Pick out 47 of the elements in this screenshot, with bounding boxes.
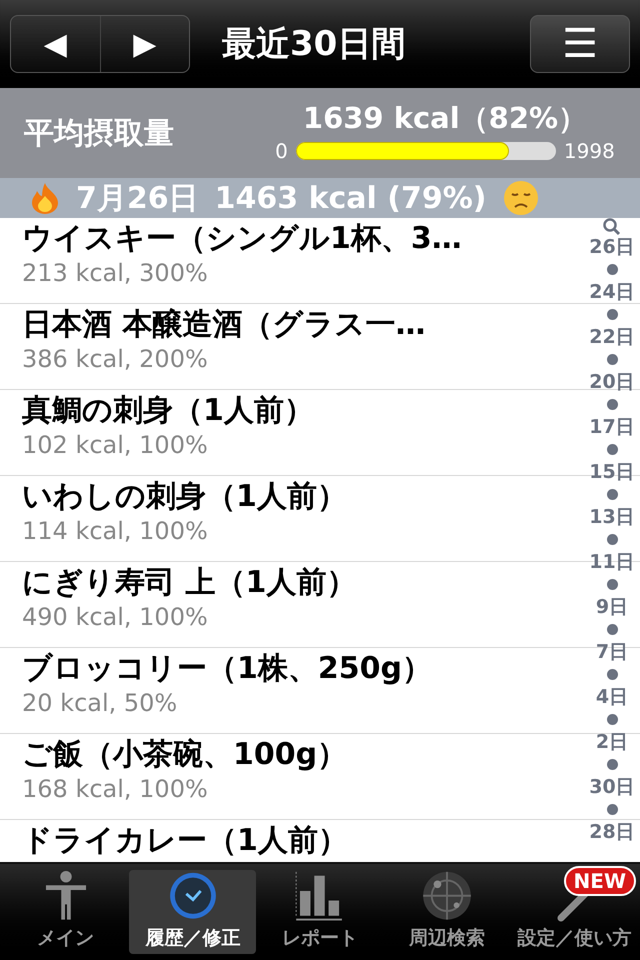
index-label[interactable]: 15日 [589, 461, 635, 483]
food-name: にぎり寿司 上（1人前） [22, 564, 358, 602]
tab[interactable]: 周辺検索 [384, 870, 511, 954]
food-detail: 490 kcal, 100% [22, 602, 209, 632]
summary-value: 1639 kcal（82%） [302, 100, 588, 136]
index-label[interactable]: 9日 [596, 596, 628, 618]
search-icon[interactable] [602, 218, 622, 236]
food-detail: 114 kcal, 100% [22, 516, 209, 546]
index-label[interactable]: 11日 [589, 551, 635, 573]
food-detail: 213 kcal, 300% [22, 258, 209, 288]
previous-button[interactable]: ◀ [11, 16, 100, 72]
index-label[interactable]: 17日 [589, 416, 635, 438]
index-label[interactable]: 13日 [589, 506, 635, 528]
window-title: 最近30日間 [221, 22, 406, 66]
food-detail: 168 kcal, 100% [22, 774, 209, 804]
section-date: 7月26日 [76, 180, 199, 218]
tab[interactable]: レポート [256, 870, 384, 954]
menu-button[interactable]: ☰ [530, 15, 630, 73]
food-name: 真鯛の刺身（1人前） [22, 392, 315, 430]
index-label[interactable]: 20日 [589, 371, 635, 393]
range-max: 1998 [564, 138, 615, 166]
section-value: 1463 kcal (79%) [214, 180, 486, 218]
food-name: 日本酒 本醸造酒（グラス一… [22, 306, 426, 344]
new-badge: NEW [564, 866, 636, 896]
food-detail: 20 kcal, 50% [22, 688, 178, 718]
index-label[interactable]: 7日 [596, 641, 628, 663]
next-button[interactable]: ▶ [100, 16, 189, 72]
summary-label: 平均摂取量 [24, 114, 175, 152]
food-detail: 386 kcal, 200% [22, 344, 209, 374]
sad-face-icon [502, 180, 538, 216]
food-name: ウイスキー（シングル1杯、3… [22, 220, 463, 258]
tab[interactable]: メイン [2, 870, 130, 954]
tab[interactable]: 履歴／修正 [129, 870, 256, 954]
food-name: ご飯（小茶碗、100g） [22, 736, 348, 774]
index-label[interactable]: 28日 [589, 821, 635, 843]
index-label[interactable]: 24日 [589, 281, 635, 303]
food-detail: 102 kcal, 100% [22, 430, 209, 460]
food-name: ブロッコリー（1株、250g） [22, 650, 433, 688]
range-min: 0 [275, 138, 288, 166]
food-name: ドライカレー（1人前） [22, 822, 349, 860]
food-name: いわしの刺身（1人前） [22, 478, 348, 516]
fire-icon [30, 182, 60, 214]
index-label[interactable]: 22日 [589, 326, 635, 348]
index-label[interactable]: 30日 [589, 776, 635, 798]
index-label[interactable]: 4日 [596, 686, 628, 708]
index-label[interactable]: 2日 [596, 731, 628, 753]
index-label[interactable]: 26日 [589, 236, 635, 258]
